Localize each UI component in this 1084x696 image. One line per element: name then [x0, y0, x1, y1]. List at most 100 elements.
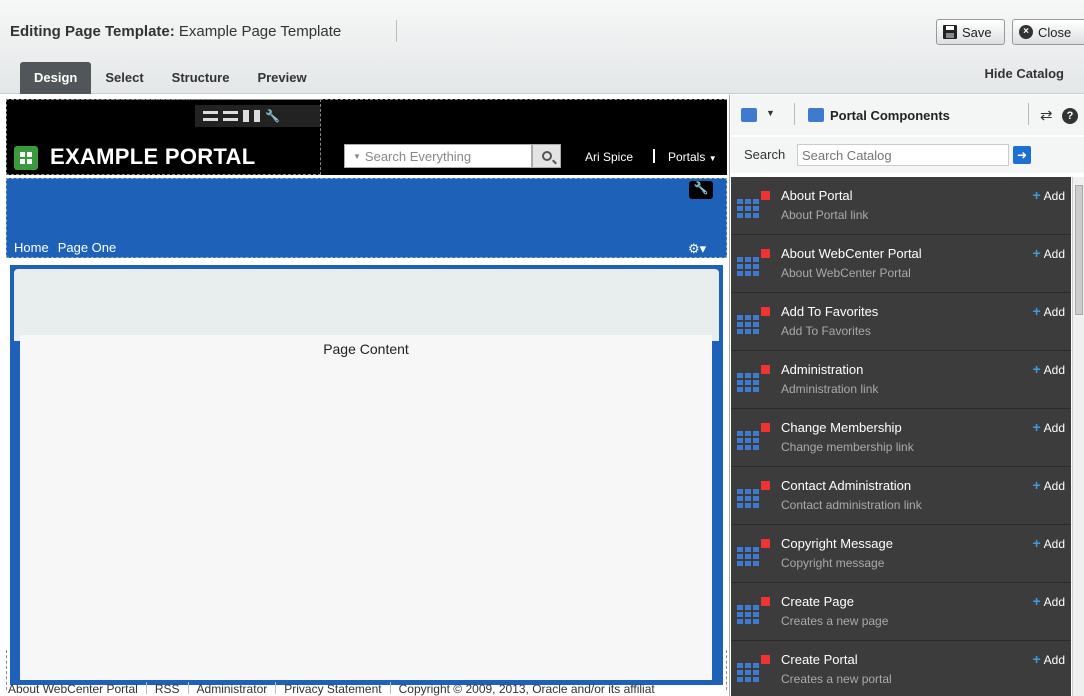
catalog-toolbar: ▼ Portal Components ⇄ ? — [731, 95, 1084, 135]
catalog-item[interactable]: About WebCenter Portal About WebCenter Po… — [731, 235, 1071, 293]
portals-menu[interactable]: Portals ▼ — [668, 150, 717, 164]
component-icon — [737, 373, 761, 395]
portal-logo-icon — [14, 146, 38, 170]
layout-columns-icon[interactable] — [243, 110, 249, 122]
tab-preview[interactable]: Preview — [243, 62, 320, 94]
catalog-scrollbar[interactable] — [1072, 177, 1084, 696]
flag-icon — [761, 307, 770, 316]
tab-design[interactable]: Design — [20, 62, 92, 94]
catalog-item-description: Creates a new portal — [781, 672, 892, 686]
search-go-icon[interactable]: ➜ — [1013, 146, 1031, 164]
wrench-icon[interactable]: 🔧 — [265, 109, 280, 123]
chevron-down-icon[interactable]: ▼ — [766, 108, 775, 118]
catalog-item-description: Add To Favorites — [781, 324, 871, 338]
catalog-item[interactable]: About Portal About Portal link + Add — [731, 177, 1071, 235]
add-button[interactable]: + Add — [1032, 361, 1065, 377]
layout-stack-icon[interactable] — [203, 111, 218, 121]
page-title: Editing Page Template: Example Page Temp… — [10, 23, 342, 40]
catalog-item-description: Copyright message — [781, 556, 885, 570]
footer-link-privacy[interactable]: Privacy Statement — [284, 682, 381, 696]
catalog-item-name: Administration — [781, 362, 864, 377]
catalog-item[interactable]: Create Portal Creates a new portal + Add — [731, 641, 1071, 696]
catalog-item-name: Create Portal — [781, 652, 858, 667]
add-icon: + — [1032, 419, 1041, 435]
catalog-item[interactable]: Change Membership Change membership link +… — [731, 409, 1071, 467]
component-icon — [737, 431, 761, 453]
catalog-item-description: About WebCenter Portal — [781, 266, 911, 280]
add-icon: + — [1032, 651, 1041, 667]
footer-link-about[interactable]: About WebCenter Portal — [8, 682, 138, 696]
catalog-item-name: Copyright Message — [781, 536, 893, 551]
component-icon — [737, 199, 761, 221]
add-button[interactable]: + Add — [1032, 535, 1065, 551]
nav-link-home[interactable]: Home — [14, 240, 49, 255]
add-icon: + — [1032, 535, 1041, 551]
catalog-item[interactable]: Copyright Message Copyright message + Add — [731, 525, 1071, 583]
add-icon: + — [1032, 477, 1041, 493]
title-divider — [396, 20, 397, 42]
add-icon: + — [1032, 245, 1041, 261]
footer-link-rss[interactable]: RSS — [155, 682, 180, 696]
wrench-icon[interactable]: 🔧 — [689, 181, 713, 199]
user-divider — [653, 149, 655, 163]
component-icon — [737, 489, 761, 511]
add-button[interactable]: + Add — [1032, 651, 1065, 667]
hide-catalog-link[interactable]: Hide Catalog — [985, 66, 1064, 81]
add-icon: + — [1032, 187, 1041, 203]
nav-link-page-one[interactable]: Page One — [58, 240, 117, 255]
catalog-item[interactable]: Administration Administration link + Add — [731, 351, 1071, 409]
search-button[interactable] — [532, 144, 561, 168]
add-button[interactable]: + Add — [1032, 303, 1065, 319]
layout-columns-alt-icon[interactable] — [254, 110, 260, 122]
component-icon — [737, 605, 761, 627]
flag-icon — [761, 655, 770, 664]
save-icon — [943, 25, 957, 39]
page-content-area[interactable]: Page Content — [20, 335, 712, 680]
gear-icon[interactable]: ⚙▾ — [688, 241, 706, 257]
layout-toolbar: 🔧 — [195, 105, 320, 127]
catalog-item[interactable]: Contact Administration Contact administra… — [731, 467, 1071, 525]
catalog-item-description: Change membership link — [781, 440, 914, 454]
flag-icon — [761, 249, 770, 258]
scrollbar-thumb[interactable] — [1075, 185, 1083, 315]
layout-rows-icon[interactable] — [223, 111, 238, 121]
catalog-item-name: Create Page — [781, 594, 854, 609]
tab-select[interactable]: Select — [91, 62, 157, 94]
search-scope-dropdown-icon[interactable]: ▼ — [353, 152, 361, 161]
flag-icon — [761, 481, 770, 490]
add-button[interactable]: + Add — [1032, 477, 1065, 493]
search-input[interactable]: ▼ Search Everything — [344, 144, 532, 168]
add-button[interactable]: + Add — [1032, 187, 1065, 203]
search-icon — [541, 151, 552, 161]
catalog-item-name: About WebCenter Portal — [781, 246, 922, 261]
footer-link-administrator[interactable]: Administrator — [197, 682, 268, 696]
design-canvas: 🔧 EXAMPLE PORTAL ▼ Search Everything Ari … — [0, 95, 730, 696]
add-button[interactable]: + Add — [1032, 419, 1065, 435]
folder-icon — [808, 108, 824, 122]
portal-name: EXAMPLE PORTAL — [50, 144, 256, 169]
catalog-item-name: About Portal — [781, 188, 853, 203]
save-button[interactable]: Save — [936, 19, 1005, 45]
catalog-title[interactable]: Portal Components — [830, 108, 950, 123]
catalog-item-description: Creates a new page — [781, 614, 889, 628]
catalog-item-description: About Portal link — [781, 208, 869, 222]
catalog-item[interactable]: Create Page Creates a new page + Add — [731, 583, 1071, 641]
help-icon[interactable]: ? — [1062, 108, 1078, 124]
catalog-search-label: Search — [744, 147, 786, 162]
component-icon — [737, 315, 761, 337]
catalog-item[interactable]: Add To Favorites Add To Favorites + Add — [731, 293, 1071, 351]
add-button[interactable]: + Add — [1032, 245, 1065, 261]
close-button[interactable]: × Close — [1012, 19, 1084, 45]
flag-icon — [761, 365, 770, 374]
resource-catalog: ▼ Portal Components ⇄ ? Search ➜ About P… — [731, 95, 1084, 696]
user-name-link[interactable]: Ari Spice — [585, 150, 633, 164]
toolbar-divider — [794, 103, 795, 125]
editor-toolbar: Editing Page Template: Example Page Temp… — [0, 0, 1084, 94]
add-button[interactable]: + Add — [1032, 593, 1065, 609]
catalog-search-input[interactable] — [797, 144, 1009, 166]
refresh-icon[interactable]: ⇄ — [1040, 106, 1053, 124]
folder-up-icon[interactable] — [741, 108, 757, 122]
tab-structure[interactable]: Structure — [158, 62, 244, 94]
flag-icon — [761, 597, 770, 606]
footer-copyright: Copyright © 2009, 2013, Oracle and/or it… — [398, 682, 655, 696]
